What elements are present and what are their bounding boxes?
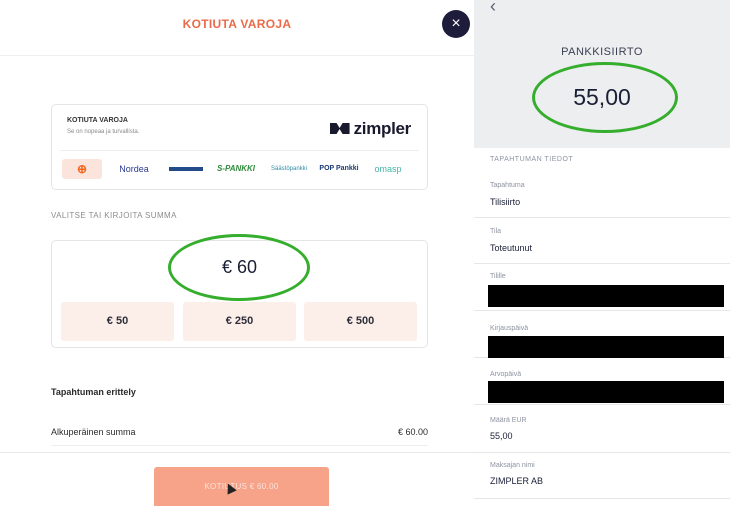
amount-input[interactable] xyxy=(52,241,427,293)
redaction-block xyxy=(488,336,724,358)
original-sum-value: € 60.00 xyxy=(397,427,428,437)
divider xyxy=(51,445,428,446)
modal-footer: KOTIUTUS € 60.00 xyxy=(0,452,474,506)
modal-title: KOTIUTA VAROJA xyxy=(182,17,292,31)
amount-card: € 50 € 250 € 500 xyxy=(51,240,428,348)
detail-label: Tilille xyxy=(490,273,506,280)
zimpler-logo-text: zimpler xyxy=(353,119,412,138)
bank-logo-omasp: omasp xyxy=(374,164,402,174)
detail-row-to-account: Tilille xyxy=(474,264,730,311)
back-chevron-icon[interactable]: ‹ xyxy=(490,0,496,17)
detail-label: Arvopäivä xyxy=(490,371,522,378)
zimpler-logo-icon xyxy=(329,123,350,134)
detail-row-value-date: Arvopäivä xyxy=(474,358,730,405)
redaction-block xyxy=(488,285,724,307)
bank-logo-saastopankki: Säästöpankki xyxy=(270,166,308,172)
breakdown-title: Tapahtuman erittely xyxy=(51,387,136,397)
preset-50-button[interactable]: € 50 xyxy=(61,302,174,341)
detail-label: Maksajan nimi xyxy=(490,462,535,469)
detail-row-status: Tila Toteutunut xyxy=(474,218,730,264)
detail-row-amount-eur: Määrä EUR 55,00 xyxy=(474,405,730,453)
preset-500-button[interactable]: € 500 xyxy=(304,302,417,341)
transfer-title: PANKKISIIRTO xyxy=(561,46,643,58)
detail-label: Kirjauspäivä xyxy=(490,325,529,332)
bank-logo-pop: POP Pankki xyxy=(319,165,359,172)
detail-row-booking-date: Kirjauspäivä xyxy=(474,311,730,358)
bank-transfer-panel: ‹ PANKKISIIRTO 55,00 TAPAHTUMAN TIEDOT T… xyxy=(474,0,730,506)
detail-value: 55,00 xyxy=(490,431,513,441)
original-sum-label: Alkuperäinen summa xyxy=(51,427,136,437)
bank-logo-spankki: S-PANKKI xyxy=(216,164,256,173)
redaction-block xyxy=(488,381,724,403)
detail-label: Määrä EUR xyxy=(490,417,527,424)
bank-logo-op: ⊕ xyxy=(62,159,102,179)
danske-bank-logo xyxy=(169,166,203,171)
withdraw-button[interactable]: KOTIUTUS € 60.00 xyxy=(154,467,329,506)
zimpler-card-subtitle: Se on nopeaa ja turvallista. xyxy=(67,129,140,135)
close-button[interactable]: × xyxy=(442,10,470,38)
zimpler-logo: zimpler xyxy=(329,119,412,139)
detail-row-payer-name: Maksajan nimi ZIMPLER AB xyxy=(474,453,730,499)
modal-header: KOTIUTA VAROJA × xyxy=(0,0,474,56)
detail-value: Tilisiirto xyxy=(490,197,521,207)
transfer-amount: 55,00 xyxy=(573,84,631,110)
transaction-details-heading: TAPAHTUMAN TIEDOT xyxy=(490,156,574,163)
bank-logo-nordea: Nordea xyxy=(119,164,149,174)
divider xyxy=(60,150,419,151)
detail-label: Tila xyxy=(490,228,502,235)
detail-value: Toteutunut xyxy=(490,243,533,253)
amount-section-label: VALITSE TAI KIRJOITA SUMMA xyxy=(51,211,177,220)
detail-row-transaction: Tapahtuma Tilisiirto xyxy=(474,172,730,218)
zimpler-card: KOTIUTA VAROJA Se on nopeaa ja turvallis… xyxy=(51,104,428,190)
close-icon: × xyxy=(451,15,461,32)
detail-label: Tapahtuma xyxy=(490,182,525,189)
bank-logos: ⊕ Nordea S-PANKKI Säästöpankki POP Pankk… xyxy=(62,159,412,179)
detail-value: ZIMPLER AB xyxy=(490,476,544,486)
preset-250-button[interactable]: € 250 xyxy=(183,302,296,341)
transfer-header: ‹ PANKKISIIRTO 55,00 xyxy=(474,0,730,148)
zimpler-card-title: KOTIUTA VAROJA xyxy=(67,117,128,124)
bank-logo-danske xyxy=(166,159,206,179)
withdraw-modal: KOTIUTA VAROJA × KOTIUTA VAROJA Se on no… xyxy=(0,0,474,506)
